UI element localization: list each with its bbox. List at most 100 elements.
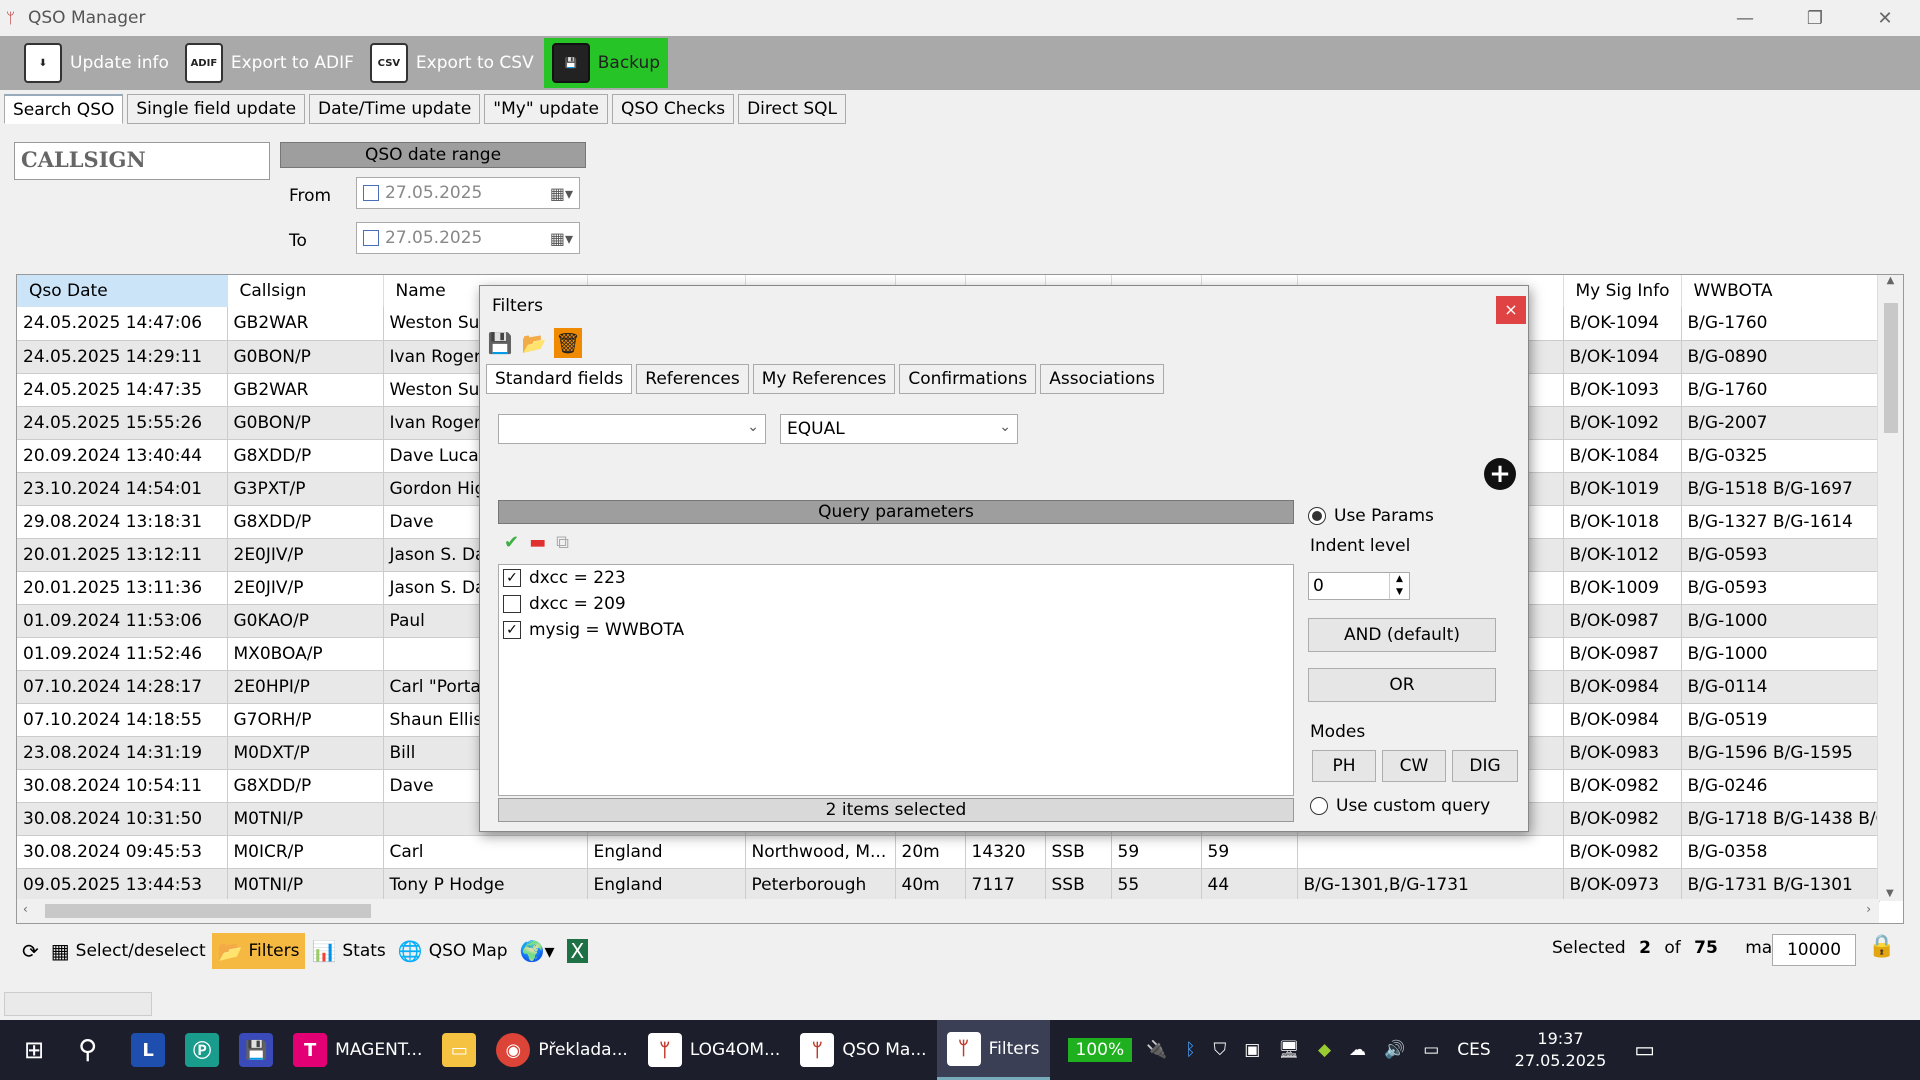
param-checkbox[interactable]: ✓	[503, 569, 521, 587]
taskbar-item-qso-manager[interactable]: ᛘ QSO Ma...	[790, 1020, 936, 1080]
start-button[interactable]: ⊞	[0, 1020, 68, 1080]
add-param-icon[interactable]: +	[1484, 458, 1516, 490]
display-icon[interactable]: 🖥	[1278, 1040, 1300, 1060]
excel-export-button[interactable]: X	[561, 933, 595, 969]
mode-ph-button[interactable]: PH	[1312, 750, 1376, 782]
field-select[interactable]: ⌄	[498, 414, 766, 444]
list-item[interactable]: ✓ dxcc = 223	[499, 565, 1293, 591]
language-indicator[interactable]: CES	[1457, 1040, 1490, 1060]
tab-my-update[interactable]: "My" update	[484, 94, 608, 124]
select-deselect-button[interactable]: ▦ Select/deselect	[45, 933, 212, 969]
clock[interactable]: 19:37 27.05.2025	[1515, 1028, 1607, 1072]
param-checkbox[interactable]	[503, 595, 521, 613]
or-button[interactable]: OR	[1308, 668, 1496, 702]
map-dropdown-button[interactable]: 🌍▾	[514, 933, 561, 969]
use-custom-query-radio[interactable]: Use custom query	[1310, 796, 1490, 816]
export-csv-button[interactable]: CSV Export to CSV	[362, 38, 542, 88]
calendar-icon[interactable]: ▦▾	[550, 184, 573, 203]
list-item[interactable]: dxcc = 209	[499, 591, 1293, 617]
scroll-down-icon[interactable]: ▼	[1886, 888, 1894, 899]
tab-standard-fields[interactable]: Standard fields	[486, 364, 633, 394]
table-row[interactable]: 09.05.2025 13:44:53 M0TNI/P Tony P Hodge En…	[17, 868, 1880, 902]
mode-cw-button[interactable]: CW	[1382, 750, 1446, 782]
tab-direct-sql[interactable]: Direct SQL	[738, 94, 847, 124]
to-date-checkbox[interactable]	[363, 230, 379, 246]
taskbar-item-log4om[interactable]: ᛘ LOG4OM...	[638, 1020, 791, 1080]
from-date-checkbox[interactable]	[363, 185, 379, 201]
qso-map-button[interactable]: 🌐 QSO Map	[392, 933, 514, 969]
operator-select[interactable]: EQUAL ⌄	[780, 414, 1018, 444]
scrollbar-thumb[interactable]	[45, 904, 371, 918]
pinned-l-app[interactable]: L	[121, 1020, 175, 1080]
tab-date-time-update[interactable]: Date/Time update	[309, 94, 481, 124]
table-row[interactable]: 30.08.2024 09:45:53 M0ICR/P Carl England Nor…	[17, 835, 1880, 869]
copy-icon[interactable]: ⧉	[556, 532, 569, 553]
tab-search-qso[interactable]: Search QSO	[4, 94, 124, 124]
taskbar-item-magenta[interactable]: T MAGENT...	[283, 1020, 432, 1080]
taskbar-item-chrome[interactable]: ◉ Překlada...	[486, 1020, 637, 1080]
minimize-icon[interactable]: —	[1710, 0, 1780, 36]
table-cell: M0ICR/P	[227, 835, 384, 869]
close-icon[interactable]: ✕	[1850, 0, 1920, 36]
volume-icon[interactable]: 🔊	[1384, 1040, 1405, 1060]
pinned-explorer[interactable]: ▭	[432, 1020, 486, 1080]
scroll-up-icon[interactable]: ▲	[1878, 275, 1903, 286]
calendar-icon[interactable]: ▦▾	[550, 229, 573, 248]
update-info-button[interactable]: ⬇ Update info	[16, 38, 177, 88]
from-date-picker[interactable]: 27.05.2025 ▦▾	[356, 177, 580, 209]
checkmark-icon[interactable]: ✔	[504, 532, 519, 553]
network-app-icon[interactable]: ▣	[1244, 1040, 1260, 1060]
tab-qso-checks[interactable]: QSO Checks	[611, 94, 735, 124]
tray-app-icon[interactable]: ◆	[1318, 1040, 1331, 1060]
refresh-button[interactable]: ⟳	[16, 933, 45, 969]
tab-associations[interactable]: Associations	[1040, 364, 1164, 394]
notifications-button[interactable]: ▭	[1624, 1020, 1665, 1080]
callsign-input[interactable]: CALLSIGN	[14, 142, 270, 180]
power-plug-icon[interactable]: 🔌	[1146, 1040, 1167, 1060]
tab-single-field-update[interactable]: Single field update	[127, 94, 306, 124]
max-records-input[interactable]: 10000	[1772, 934, 1856, 966]
tab-references[interactable]: References	[636, 364, 749, 394]
query-params-toolbar: ✔ ▬ ⧉	[504, 532, 569, 553]
search-button[interactable]: ⚲	[68, 1020, 107, 1080]
taskbar-item-filters[interactable]: ᛘ Filters	[936, 1020, 1050, 1080]
export-adif-button[interactable]: ADIF Export to ADIF	[177, 38, 362, 88]
shield-icon[interactable]: ⛉	[1214, 1040, 1227, 1060]
to-date-picker[interactable]: 27.05.2025 ▦▾	[356, 222, 580, 254]
scrollbar-thumb[interactable]	[1884, 303, 1898, 433]
use-params-radio[interactable]: Use Params	[1308, 506, 1434, 526]
and-button[interactable]: AND (default)	[1308, 618, 1496, 652]
battery-icon[interactable]: ▭	[1423, 1040, 1439, 1060]
column-header[interactable]: WWBOTA	[1681, 275, 1880, 307]
list-item[interactable]: ✓ mysig = WWBOTA	[499, 617, 1293, 643]
scroll-left-icon[interactable]: ‹	[23, 902, 28, 916]
onedrive-icon[interactable]: ☁	[1349, 1040, 1366, 1060]
tab-confirmations[interactable]: Confirmations	[899, 364, 1037, 394]
open-folder-icon[interactable]: 📂	[520, 328, 548, 358]
tab-my-references[interactable]: My References	[752, 364, 896, 394]
remove-icon[interactable]: ▬	[529, 532, 546, 553]
restore-icon[interactable]: ❐	[1780, 0, 1850, 36]
mode-dig-button[interactable]: DIG	[1452, 750, 1518, 782]
stats-button[interactable]: 📊 Stats	[305, 933, 391, 969]
param-checkbox[interactable]: ✓	[503, 621, 521, 639]
pinned-save-app[interactable]: 💾	[229, 1020, 283, 1080]
spinner-arrows-icon[interactable]: ▲ ▼	[1389, 573, 1409, 599]
grid-vertical-scrollbar[interactable]: ▲ ▼	[1877, 275, 1903, 901]
column-header[interactable]: Callsign	[227, 275, 384, 307]
bluetooth-icon[interactable]: ᛒ	[1185, 1040, 1195, 1060]
lock-icon[interactable]: 🔒	[1868, 934, 1895, 966]
grid-horizontal-scrollbar[interactable]: ‹ ›	[17, 899, 1879, 923]
scroll-right-icon[interactable]: ›	[1866, 902, 1871, 916]
battery-badge[interactable]: 100%	[1067, 1038, 1133, 1062]
dialog-close-button[interactable]: ×	[1496, 296, 1526, 324]
floppy-disk-icon: 💾	[551, 43, 590, 83]
save-icon[interactable]: 💾	[486, 328, 514, 358]
pinned-app[interactable]: Ⓟ	[175, 1020, 229, 1080]
column-header[interactable]: My Sig Info	[1563, 275, 1682, 307]
filters-button[interactable]: 📂 Filters	[211, 933, 306, 969]
trash-icon[interactable]: 🗑	[554, 328, 582, 358]
indent-level-stepper[interactable]: 0 ▲ ▼	[1308, 572, 1410, 600]
column-header[interactable]: Qso Date	[17, 275, 228, 307]
backup-button[interactable]: 💾 Backup	[543, 38, 669, 88]
